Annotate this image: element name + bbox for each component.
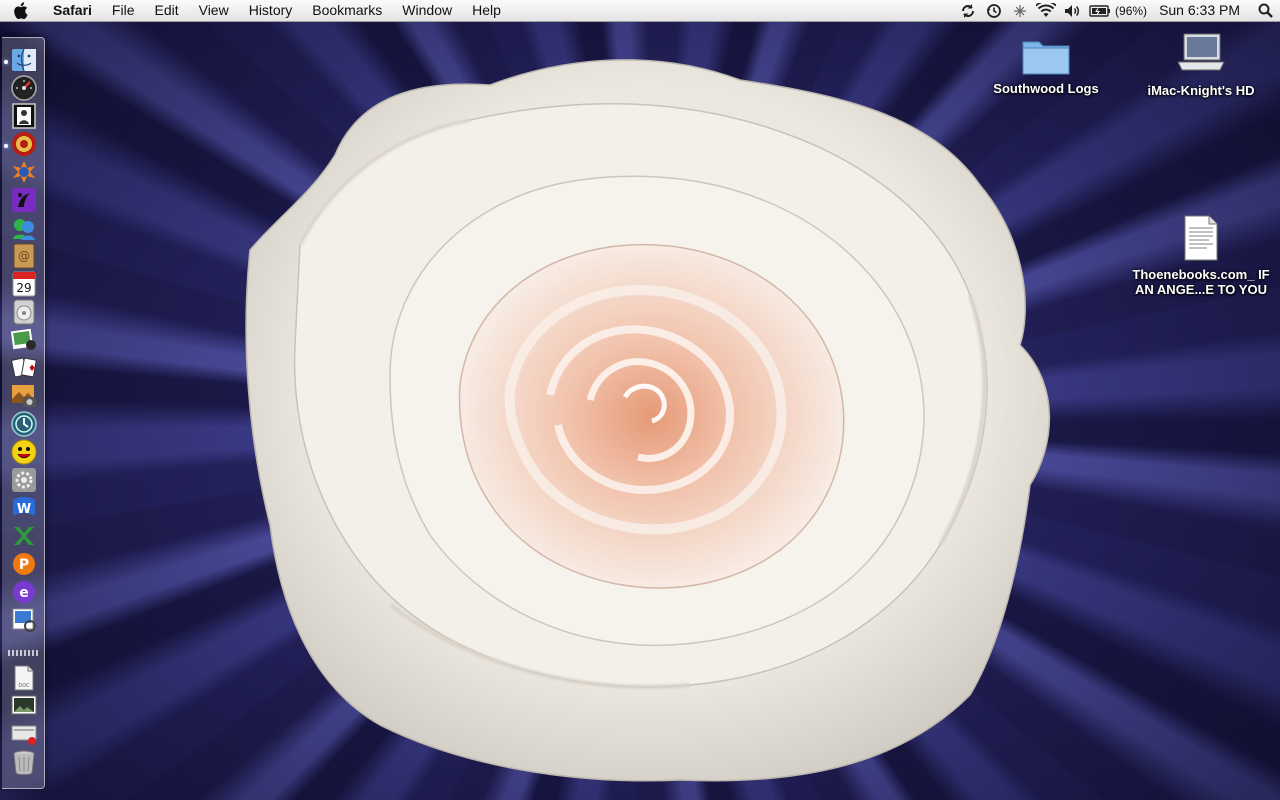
safari-icon[interactable] — [10, 131, 38, 157]
bluetooth-icon[interactable] — [1007, 0, 1033, 21]
menu-file[interactable]: File — [102, 0, 145, 21]
iphoto-icon[interactable] — [10, 327, 38, 353]
menu-edit[interactable]: Edit — [144, 0, 188, 21]
apple-menu-icon[interactable] — [0, 0, 40, 21]
firefox-icon[interactable] — [10, 159, 38, 185]
volume-icon[interactable] — [1059, 0, 1085, 21]
svg-text:e: e — [19, 585, 29, 601]
solitaire-icon[interactable]: ♦ — [10, 355, 38, 381]
messenger-icon[interactable] — [10, 215, 38, 241]
svg-text:@: @ — [18, 249, 30, 263]
finder-icon[interactable] — [10, 47, 38, 73]
desktop-folder-southwood-logs[interactable]: Southwood Logs — [990, 34, 1102, 96]
address-book-icon[interactable]: @ — [10, 243, 38, 269]
preview-icon[interactable] — [10, 607, 38, 633]
wifi-icon[interactable] — [1033, 0, 1059, 21]
svg-text:P: P — [19, 557, 29, 573]
document-label: Thoenebooks.com_ IF AN ANGE...E TO YOU — [1132, 267, 1270, 297]
battery-icon — [1089, 4, 1111, 17]
desktop-wallpaper — [0, 0, 1280, 800]
desktop-document-thoenebooks[interactable]: Thoenebooks.com_ IF AN ANGE...E TO YOU — [1132, 214, 1270, 297]
photo-booth-icon[interactable] — [10, 103, 38, 129]
dock: @ 29 ♦ W P e DOC — [2, 37, 45, 789]
svg-text:W: W — [17, 502, 31, 517]
pictures-stack-icon[interactable] — [10, 693, 38, 719]
system-preferences-icon[interactable] — [10, 467, 38, 493]
ical-icon[interactable]: 29 — [10, 271, 38, 297]
svg-text:♦: ♦ — [28, 364, 36, 374]
battery-status[interactable]: (96%) — [1085, 4, 1151, 18]
menu-window[interactable]: Window — [392, 0, 462, 21]
time-machine-app-icon[interactable] — [10, 411, 38, 437]
spotlight-search-icon[interactable] — [1250, 0, 1280, 21]
hard-drive-label: iMac-Knight's HD — [1147, 83, 1255, 98]
desktop-hard-drive[interactable]: iMac-Knight's HD — [1142, 30, 1260, 98]
hard-drive-icon — [1177, 33, 1225, 71]
running-indicator — [4, 60, 8, 64]
powerpoint-icon[interactable]: P — [10, 551, 38, 577]
svg-text:29: 29 — [16, 281, 31, 295]
folder-label: Southwood Logs — [993, 81, 1099, 96]
dashboard-icon[interactable] — [10, 75, 38, 101]
svg-text:DOC: DOC — [18, 683, 30, 689]
excel-icon[interactable] — [10, 523, 38, 549]
document-stack-icon[interactable]: DOC — [10, 665, 38, 691]
word-icon[interactable]: W — [10, 495, 38, 521]
menu-app-safari[interactable]: Safari — [40, 0, 102, 21]
menu-clock[interactable]: Sun 6:33 PM — [1151, 0, 1250, 21]
sync-icon[interactable] — [955, 0, 981, 21]
document-icon — [1184, 215, 1218, 261]
menu-history[interactable]: History — [239, 0, 303, 21]
yahoo-messenger-icon[interactable] — [10, 439, 38, 465]
running-indicator — [4, 144, 8, 148]
menu-view[interactable]: View — [189, 0, 239, 21]
white-rose-image — [245, 59, 1051, 782]
dock-separator — [8, 650, 40, 656]
folder-icon — [1022, 41, 1070, 75]
front-row-icon[interactable] — [10, 187, 38, 213]
image-capture-icon[interactable] — [10, 383, 38, 409]
battery-percent-text: (96%) — [1115, 3, 1148, 18]
menu-bar: Safari File Edit View History Bookmarks … — [0, 0, 1280, 22]
trash-icon[interactable] — [10, 749, 38, 775]
menu-bookmarks[interactable]: Bookmarks — [302, 0, 392, 21]
time-machine-icon[interactable] — [981, 0, 1007, 21]
dvd-player-icon[interactable] — [10, 299, 38, 325]
entourage-icon[interactable]: e — [10, 579, 38, 605]
menu-help[interactable]: Help — [462, 0, 511, 21]
downloads-stack-icon[interactable] — [10, 721, 38, 747]
